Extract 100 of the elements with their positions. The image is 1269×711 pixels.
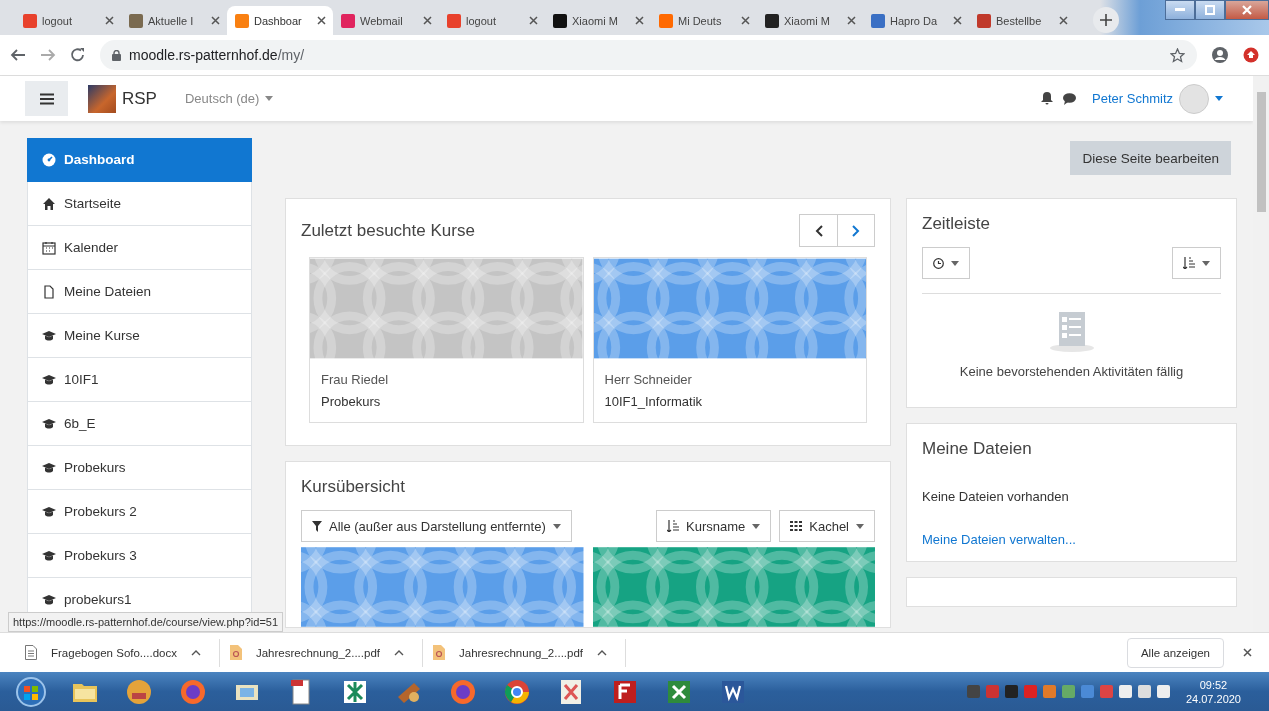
- clock[interactable]: 09:52 24.07.2020: [1185, 677, 1241, 706]
- close-icon[interactable]: [1242, 647, 1253, 658]
- caret-icon: [951, 260, 959, 266]
- tray-icon[interactable]: [1118, 685, 1132, 698]
- menu-button[interactable]: [25, 81, 68, 116]
- graduation-cap-icon: [42, 460, 56, 475]
- caret-icon: [752, 523, 761, 529]
- graduation-cap-icon: [42, 328, 56, 343]
- sidebar-item[interactable]: Probekurs 3: [27, 534, 252, 578]
- card-title: Kursübersicht: [301, 477, 406, 497]
- graduation-cap-icon: [42, 548, 56, 563]
- download-item[interactable]: Jahresrechnung_2....pdf: [219, 638, 423, 667]
- sort-dropdown[interactable]: [1172, 247, 1221, 279]
- extension-icon[interactable]: [1243, 47, 1259, 63]
- sort-icon: [1183, 257, 1195, 269]
- back-icon[interactable]: [10, 47, 26, 63]
- caret-icon: [1202, 260, 1210, 266]
- close-icon[interactable]: [210, 15, 221, 26]
- caret-icon: [1215, 96, 1223, 101]
- show-all-button[interactable]: Alle anzeigen: [1126, 637, 1224, 668]
- site-name[interactable]: RSP: [122, 88, 157, 109]
- download-item[interactable]: Fragebogen Sofo....docx: [15, 638, 220, 667]
- browser-tab[interactable]: Hapro Da: [863, 6, 969, 35]
- maximize-button[interactable]: [1195, 0, 1225, 20]
- course-card[interactable]: Herr Schneider 10IF1_Informatik: [592, 257, 867, 423]
- address-bar[interactable]: moodle.rs-patternhof.de/my/: [100, 40, 1197, 70]
- sidebar-item[interactable]: Probekurs 2: [27, 490, 252, 534]
- tray-icon[interactable]: [1156, 685, 1170, 698]
- card-title: Meine Dateien: [922, 439, 1033, 459]
- empty-message: Keine Dateien vorhanden: [922, 489, 1070, 504]
- sidebar-item[interactable]: Meine Dateien: [27, 270, 252, 314]
- plus-icon: [1100, 14, 1112, 26]
- sidebar-item[interactable]: Probekurs: [27, 446, 252, 490]
- tray-icon[interactable]: [1004, 685, 1018, 698]
- browser-tab[interactable]: Dashboar: [227, 6, 333, 35]
- close-icon[interactable]: [634, 15, 645, 26]
- browser-tab[interactable]: Xiaomi M: [757, 6, 863, 35]
- avatar: [1179, 83, 1209, 114]
- graduation-cap-icon: [42, 592, 56, 607]
- new-tab-button[interactable]: [1093, 7, 1119, 33]
- filter-dropdown[interactable]: Alle (außer aus Darstellung entfernte): [301, 510, 572, 542]
- manage-files-link[interactable]: Meine Dateien verwalten...: [922, 532, 1076, 561]
- language-menu[interactable]: Deutsch (de): [178, 90, 280, 107]
- chat-icon[interactable]: [1063, 92, 1077, 105]
- clock-time: 09:52: [1198, 677, 1229, 692]
- browser-tab[interactable]: logout: [15, 6, 121, 35]
- chevron-left-icon: [814, 224, 823, 237]
- browser-tab[interactable]: Aktuelle I: [121, 6, 227, 35]
- sidebar-item[interactable]: Startseite: [27, 182, 252, 226]
- chevron-up-icon: [190, 649, 201, 656]
- close-icon[interactable]: [740, 15, 751, 26]
- empty-list-icon: [1048, 312, 1095, 352]
- sidebar-item[interactable]: 6b_E: [27, 402, 252, 446]
- file-icon: [42, 284, 56, 299]
- logo-image[interactable]: [88, 84, 116, 113]
- browser-tab[interactable]: Bestellbe: [969, 6, 1075, 35]
- view-dropdown[interactable]: Kachel: [779, 510, 875, 542]
- scrollbar-thumb[interactable]: [1256, 92, 1266, 212]
- caret-icon: [265, 96, 274, 101]
- browser-tab[interactable]: Xiaomi M: [545, 6, 651, 35]
- bell-icon[interactable]: [1041, 92, 1054, 105]
- sidebar-item[interactable]: Kalender: [27, 226, 252, 270]
- reload-icon[interactable]: [70, 47, 86, 63]
- close-icon[interactable]: [104, 15, 115, 26]
- chevron-right-icon: [852, 224, 860, 237]
- close-icon[interactable]: [952, 15, 963, 26]
- profile-icon[interactable]: [1211, 46, 1229, 64]
- pdf-file-icon: [433, 645, 445, 660]
- start-button[interactable]: [16, 676, 46, 707]
- browser-tab[interactable]: logout: [439, 6, 545, 35]
- browser-tab[interactable]: Webmail: [333, 6, 439, 35]
- user-menu[interactable]: Peter Schmitz: [1086, 82, 1229, 115]
- close-button[interactable]: [1225, 0, 1269, 20]
- caret-icon: [552, 523, 561, 529]
- edit-page-button[interactable]: Diese Seite bearbeiten: [1070, 141, 1231, 175]
- course-card[interactable]: Frau Riedel Probekurs: [309, 257, 584, 423]
- download-item[interactable]: Jahresrechnung_2....pdf: [423, 638, 626, 667]
- document-icon: [25, 645, 37, 660]
- download-name: Fragebogen Sofo....docx: [51, 646, 177, 659]
- graduation-cap-icon: [42, 416, 56, 431]
- star-icon[interactable]: [1170, 47, 1185, 63]
- sidebar-item[interactable]: 10IF1: [27, 358, 252, 402]
- tray-icon[interactable]: [1137, 685, 1151, 698]
- close-icon[interactable]: [316, 15, 327, 26]
- browser-tab[interactable]: Mi Deuts: [651, 6, 757, 35]
- course-name[interactable]: 10IF1_Informatik: [593, 387, 866, 422]
- sidebar-item[interactable]: Meine Kurse: [27, 314, 252, 358]
- sort-dropdown[interactable]: Kursname: [656, 510, 772, 542]
- calendar-icon: [42, 240, 56, 255]
- close-icon[interactable]: [528, 15, 539, 26]
- close-icon[interactable]: [846, 15, 857, 26]
- clock-date: 24.07.2020: [1185, 691, 1241, 706]
- date-filter-dropdown[interactable]: [922, 247, 970, 279]
- course-name[interactable]: Probekurs: [310, 387, 583, 422]
- sidebar-item[interactable]: Dashboard: [27, 138, 252, 182]
- chevron-up-icon: [597, 649, 607, 656]
- close-icon[interactable]: [422, 15, 433, 26]
- minimize-button[interactable]: [1165, 0, 1195, 20]
- close-icon[interactable]: [1058, 15, 1069, 26]
- pdf-file-icon: [229, 645, 242, 660]
